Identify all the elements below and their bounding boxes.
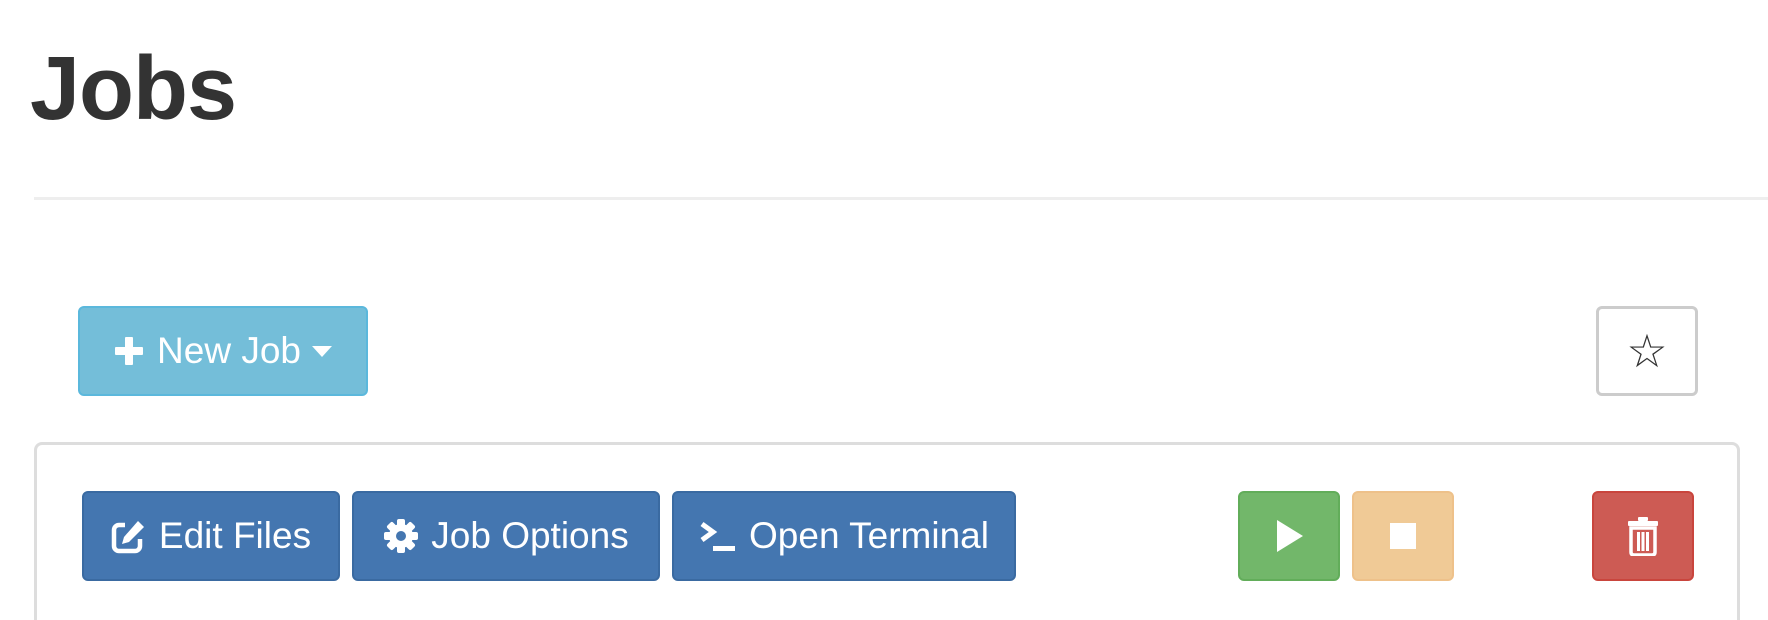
open-terminal-label: Open Terminal bbox=[749, 515, 989, 556]
edit-files-label: Edit Files bbox=[158, 515, 312, 556]
job-options-label: Job Options bbox=[431, 515, 629, 556]
edit-files-button[interactable]: Edit Files bbox=[82, 491, 340, 581]
gear-icon bbox=[383, 518, 419, 554]
new-job-label: New Job bbox=[157, 330, 301, 371]
delete-button[interactable] bbox=[1592, 491, 1694, 581]
stop-button[interactable] bbox=[1352, 491, 1454, 581]
edit-icon bbox=[111, 518, 147, 554]
plus-icon bbox=[113, 335, 145, 367]
caret-down-icon bbox=[311, 344, 333, 358]
star-icon: ☆ bbox=[1626, 325, 1668, 377]
terminal-icon bbox=[699, 518, 737, 554]
page-title: Jobs bbox=[30, 39, 237, 139]
new-job-button[interactable]: New Job bbox=[78, 306, 368, 396]
job-options-button[interactable]: Job Options bbox=[352, 491, 660, 581]
stop-icon bbox=[1389, 522, 1417, 550]
favorite-button[interactable]: ☆ bbox=[1596, 306, 1698, 396]
title-divider bbox=[34, 197, 1768, 200]
trash-icon bbox=[1627, 516, 1659, 556]
open-terminal-button[interactable]: Open Terminal bbox=[672, 491, 1016, 581]
run-button[interactable] bbox=[1238, 491, 1340, 581]
play-icon bbox=[1273, 519, 1305, 553]
page: Jobs New Job ☆ Edit Files Job Options Op… bbox=[0, 0, 1768, 620]
